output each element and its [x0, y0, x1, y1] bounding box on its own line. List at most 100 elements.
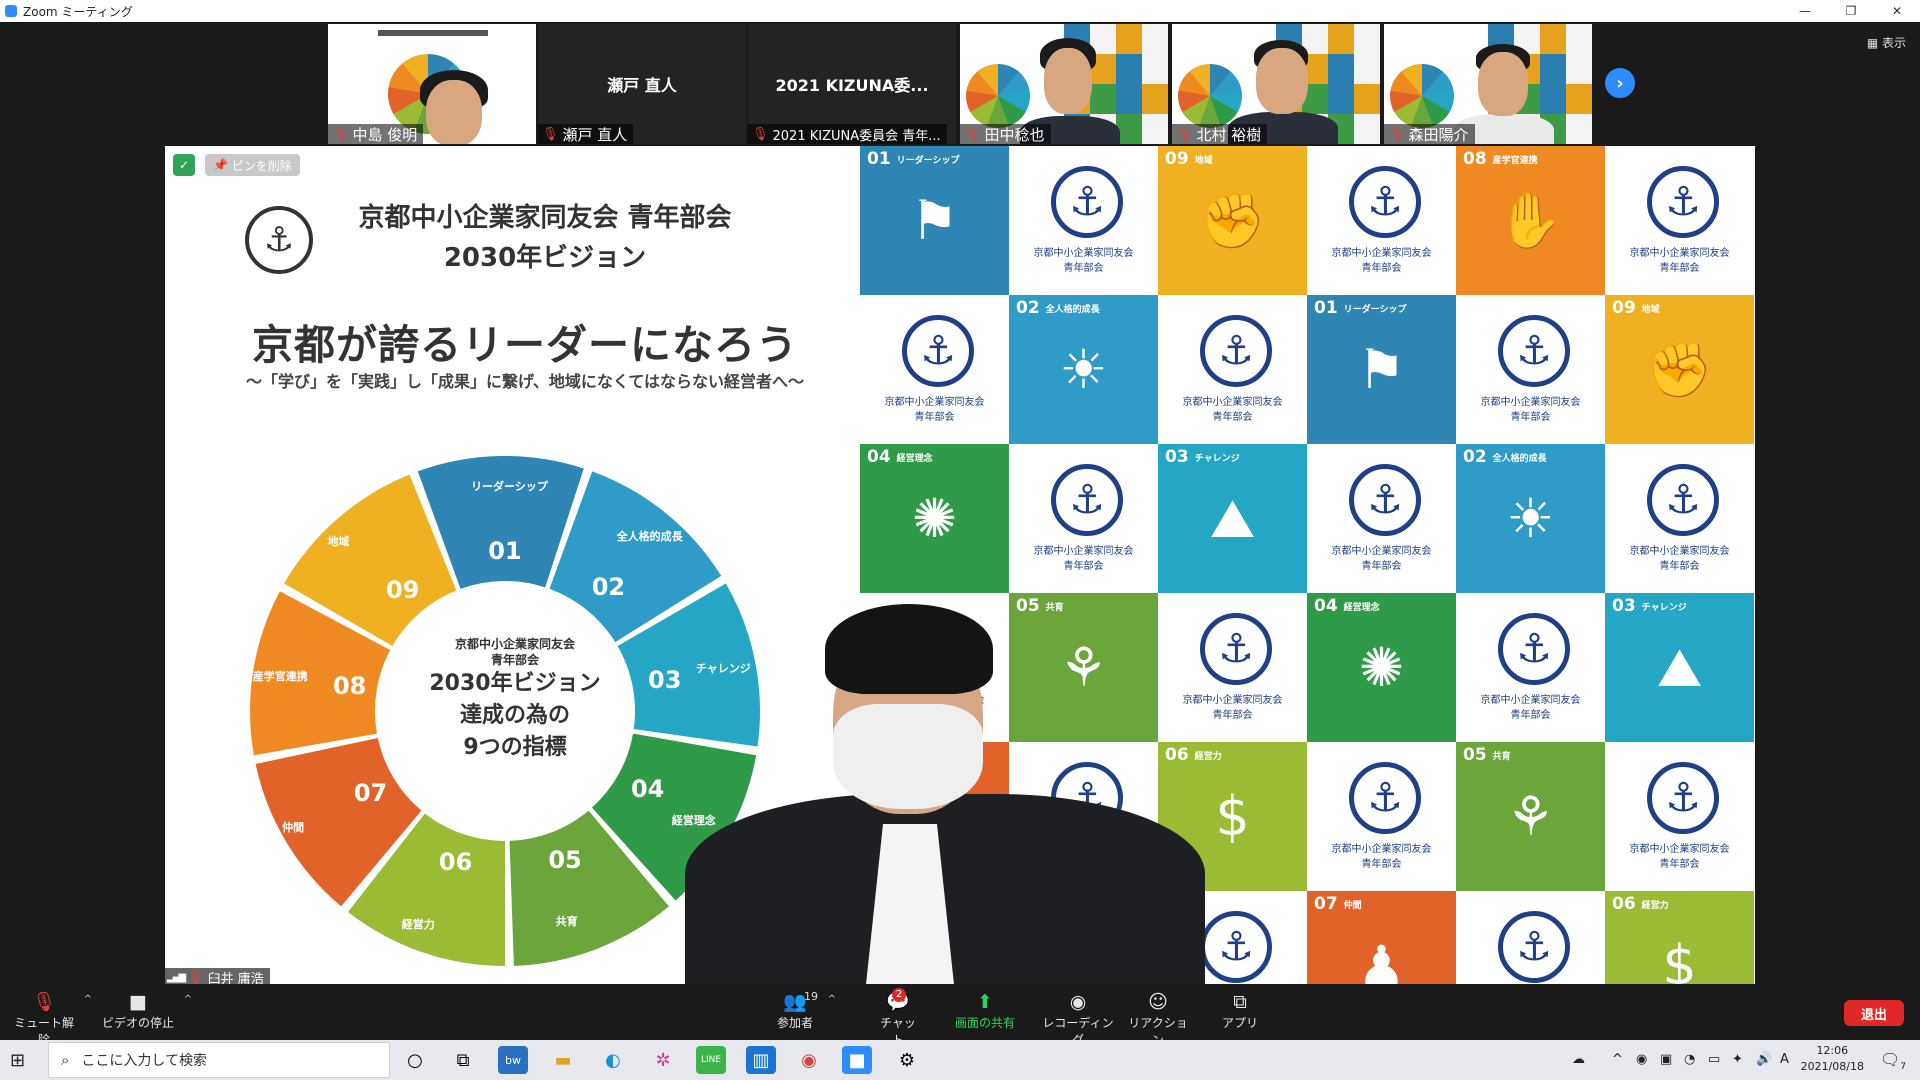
muted-mic-icon: 🎙 [542, 126, 559, 142]
indicator-tile: 06 経営力 $ [1605, 891, 1754, 986]
share-screen-icon: ⬆ [977, 991, 993, 1013]
tile-number: 05 共育 [1463, 745, 1511, 765]
participant-tile[interactable]: 瀬戸 直人 🎙 瀬戸 直人 [538, 24, 746, 144]
task-view-icon[interactable]: ⧉ [448, 1046, 478, 1074]
indicator-icon: ✺ [1358, 636, 1405, 699]
organization-logo-icon: ⚓ [1051, 464, 1123, 536]
muted-mic-icon: 🎙 [752, 126, 769, 142]
next-page-button[interactable]: › [1605, 68, 1635, 98]
tile-number: 01 リーダーシップ [1314, 298, 1407, 318]
window-titlebar: Zoom ミーティング — ❐ ✕ [0, 0, 1920, 22]
organization-logo: ⚓ [245, 206, 313, 274]
restore-button[interactable]: ❐ [1828, 0, 1874, 22]
pin-icon: 📌 [213, 158, 232, 172]
participant-tile[interactable]: 2021 KIZUNA委... 🎙 2021 KIZUNA委員会 青年... [748, 24, 956, 144]
organization-logo-icon: ⚓ [1349, 464, 1421, 536]
chrome-icon[interactable]: ◉ [794, 1046, 824, 1074]
muted-mic-icon: 🎙 [31, 991, 57, 1013]
stop-video-button[interactable]: ■ ビデオの停止 ^ [100, 990, 192, 1031]
logo-text: 京都中小企業家同友会青年部会 [1629, 248, 1730, 274]
organization-logo-icon: ⚓ [902, 315, 974, 387]
apps-icon: ⧉ [1233, 991, 1247, 1013]
participant-tile[interactable]: 🎙 田中稔也 [960, 24, 1168, 144]
chevron-up-icon[interactable]: ^ [184, 994, 192, 1005]
app-bw-icon[interactable]: bw [498, 1046, 528, 1074]
view-button[interactable]: ▦ 表示 [1867, 34, 1906, 51]
logo-tile: ⚓京都中小企業家同友会青年部会 [1009, 444, 1158, 593]
zoom-icon[interactable]: ■ [842, 1046, 872, 1074]
organization-logo-icon: ⚓ [1051, 166, 1123, 238]
chevron-up-icon[interactable]: ^ [84, 994, 92, 1005]
muted-mic-icon: 🎙 [187, 969, 204, 985]
windows-start-icon[interactable]: ⊞ [10, 1050, 32, 1072]
security-shield-icon[interactable]: ✓ [173, 154, 195, 176]
indicator-icon: ⛰ [1656, 636, 1703, 699]
wheel-segment-label: リーダーシップ [471, 480, 548, 494]
trello-icon[interactable]: ▥ [746, 1046, 776, 1074]
participant-tile[interactable]: 🎙 森田陽介 [1384, 24, 1592, 144]
wheel-segment-label: 仲間 [282, 820, 305, 834]
indicator-icon: ✊ [1198, 189, 1267, 252]
muted-mic-icon: 🎙 [332, 126, 349, 142]
tray-icon[interactable]: ◉ [1636, 1052, 1647, 1067]
file-explorer-icon[interactable]: ▬ [548, 1046, 578, 1074]
logo-tile: ⚓京都中小企業家同友会青年部会 [1456, 891, 1605, 986]
slack-icon[interactable]: ✲ [648, 1046, 678, 1074]
leave-button[interactable]: 退出 [1844, 1000, 1904, 1026]
network-icon[interactable]: ▭ [1708, 1052, 1720, 1067]
indicator-tile: 09 地域 ✊ [1605, 295, 1754, 444]
unpin-button[interactable]: 📌 ピンを削除 [205, 154, 300, 176]
notification-icon[interactable]: 🗨7 [1880, 1050, 1906, 1072]
org-title: 京都中小企業家同友会 青年部会 2030年ビジョン [358, 203, 732, 273]
participant-tile[interactable]: 🎙 中島 俊明 [328, 24, 536, 144]
wheel-segment-label: 経営力 [401, 917, 435, 931]
record-icon: ◉ [1069, 991, 1087, 1013]
logo-tile: ⚓京都中小企業家同友会青年部会 [1307, 444, 1456, 593]
line-icon[interactable]: LINE [696, 1046, 726, 1074]
close-button[interactable]: ✕ [1874, 0, 1920, 22]
indicator-icon: ♟ [1357, 934, 1406, 986]
settings-gear-icon[interactable]: ⚙ [892, 1046, 922, 1074]
ime-indicator[interactable]: A [1780, 1052, 1789, 1067]
indicator-tile: 04 経営理念 ✺ [1307, 593, 1456, 742]
minimize-button[interactable]: — [1782, 0, 1828, 22]
indicator-tile: 07仲間 ♟ [1307, 891, 1456, 986]
smiley-icon: ☺ [1148, 991, 1168, 1013]
indicator-tile: 01 リーダーシップ ⚑ [860, 146, 1009, 295]
edge-icon[interactable]: ◐ [598, 1046, 628, 1074]
cortana-icon[interactable]: ○ [400, 1046, 430, 1074]
speaker-mask [833, 704, 983, 809]
tile-number: 03 チャレンジ [1612, 596, 1687, 616]
participants-button[interactable]: 👥 19 参加者 ^ [770, 990, 836, 1031]
grid-icon: ▦ [1866, 36, 1882, 50]
tile-number: 07仲間 [1314, 894, 1362, 914]
chevron-up-icon[interactable]: ^ [1612, 1052, 1623, 1067]
logo-text: 京都中小企業家同友会青年部会 [1331, 844, 1432, 870]
indicator-icon: ✺ [911, 487, 958, 550]
indicator-tile: 08 産学官連携 ✋ [1456, 146, 1605, 295]
tile-number: 02 全人格的成長 [1016, 298, 1100, 318]
chevron-up-icon[interactable]: ^ [828, 994, 836, 1005]
slide-subtitle: 〜「学び」を「実践」し「成果」に繋げ、地域になくてはならない経営者へ〜 [245, 372, 805, 391]
dropbox-icon[interactable]: ✦ [1732, 1052, 1743, 1067]
volume-icon[interactable]: 🔊 [1756, 1052, 1772, 1067]
logo-text: 京都中小企業家同友会青年部会 [1331, 248, 1432, 274]
wheel-center-text: 京都中小企業家同友会 青年部会 2030年ビジョン 達成の為の 9つの指標 [429, 637, 601, 760]
weather-icon[interactable]: ☁ [1572, 1052, 1585, 1067]
organization-logo-icon: ⚓ [1647, 762, 1719, 834]
tray-icon[interactable]: ▣ [1660, 1052, 1672, 1067]
share-screen-button[interactable]: ⬆ 画面の共有 [952, 990, 1018, 1031]
participant-tile[interactable]: 🎙 北村 裕樹 [1172, 24, 1380, 144]
taskbar-search[interactable]: ⌕ ここに入力して検索 [48, 1042, 390, 1078]
tile-number: 04 経営理念 [867, 447, 933, 467]
logo-text: 京都中小企業家同友会青年部会 [1480, 397, 1581, 423]
indicator-tile: 03 チャレンジ ⛰ [1605, 593, 1754, 742]
tray-icon[interactable]: ◔ [1684, 1052, 1695, 1067]
organization-logo-icon: ⚓ [1647, 166, 1719, 238]
search-icon: ⌕ [61, 1051, 70, 1069]
participant-name: 🎙 北村 裕樹 [1172, 124, 1268, 144]
logo-tile: ⚓京都中小企業家同友会青年部会 [1009, 146, 1158, 295]
indicator-tile: 05 共育 ⚘ [1456, 742, 1605, 891]
taskbar-clock[interactable]: 12:06 2021/08/18 [1801, 1043, 1864, 1075]
apps-button[interactable]: ⧉ アプリ [1220, 990, 1260, 1031]
